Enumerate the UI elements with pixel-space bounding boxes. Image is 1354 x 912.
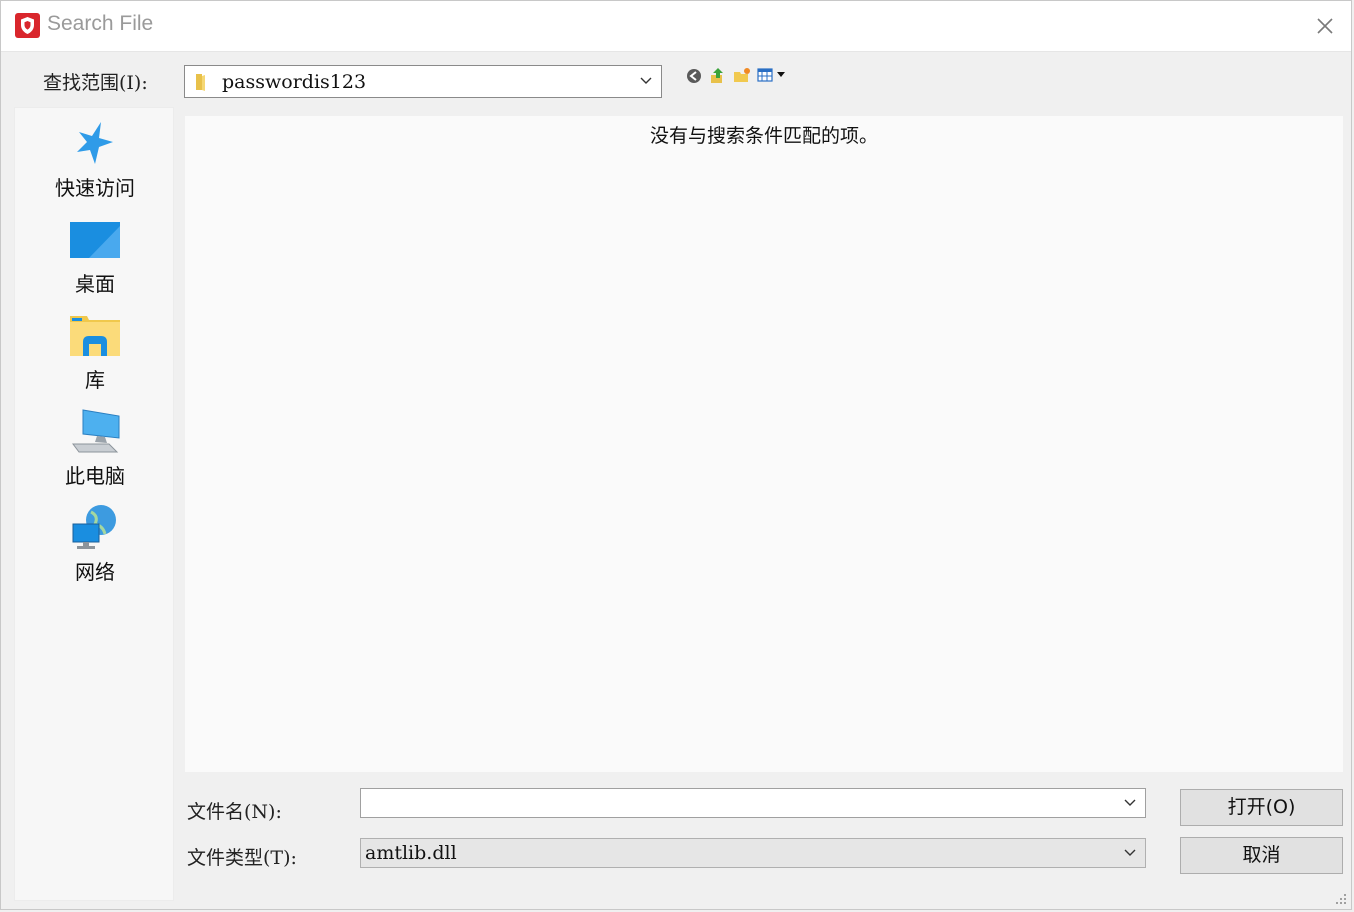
new-folder-button[interactable] [733,66,751,84]
back-button[interactable] [685,66,703,84]
look-in-label: 查找范围(I): [43,72,148,94]
library-icon [70,316,120,356]
place-label: 快速访问 [55,176,135,200]
place-label: 库 [85,368,105,392]
look-in-value: passwordis123 [222,71,367,93]
view-menu-icon [757,68,785,82]
up-folder-icon [711,68,723,83]
file-name-input[interactable] [360,788,1146,818]
back-icon [687,69,701,83]
places-sidebar: 快速访问 桌面 库 此电脑 网络 [14,107,174,901]
file-list-view[interactable]: 没有与搜索条件匹配的项。 [184,115,1344,773]
desktop-icon [70,222,120,258]
place-this-pc[interactable]: 此电脑 [15,408,175,500]
chevron-down-icon [1124,849,1136,856]
view-menu-button[interactable] [757,66,791,84]
cancel-button[interactable]: 取消 [1180,837,1343,874]
file-type-value: amtlib.dll [365,842,457,864]
place-desktop[interactable]: 桌面 [15,216,175,308]
chevron-down-icon[interactable] [1123,798,1137,808]
up-folder-button[interactable] [709,66,727,84]
window-title: Search File [47,12,154,35]
close-icon [1317,18,1333,34]
place-network[interactable]: 网络 [15,504,175,596]
file-type-label: 文件类型(T): [187,847,297,869]
open-button[interactable]: 打开(O) [1180,789,1343,826]
place-label: 此电脑 [65,464,125,488]
chevron-down-icon [640,77,652,84]
computer-icon [72,409,120,453]
place-quick-access[interactable]: 快速访问 [15,120,175,212]
place-library[interactable]: 库 [15,312,175,404]
look-in-dropdown[interactable]: passwordis123 [184,65,662,98]
close-button[interactable] [1313,14,1337,38]
file-name-label: 文件名(N): [187,801,282,823]
title-bar: Search File [1,1,1351,52]
search-file-dialog: Search File 查找范围(I): passwordis123 快速访问 … [0,0,1352,910]
network-icon [72,505,116,549]
new-folder-icon [734,68,750,82]
resize-grip-icon[interactable] [1335,893,1347,905]
place-label: 网络 [75,560,115,584]
place-label: 桌面 [75,272,115,296]
shield-app-icon [15,13,40,38]
file-type-dropdown[interactable]: amtlib.dll [360,838,1146,868]
folder-icon [196,74,205,91]
star-icon [77,122,113,164]
empty-results-message: 没有与搜索条件匹配的项。 [649,125,878,147]
